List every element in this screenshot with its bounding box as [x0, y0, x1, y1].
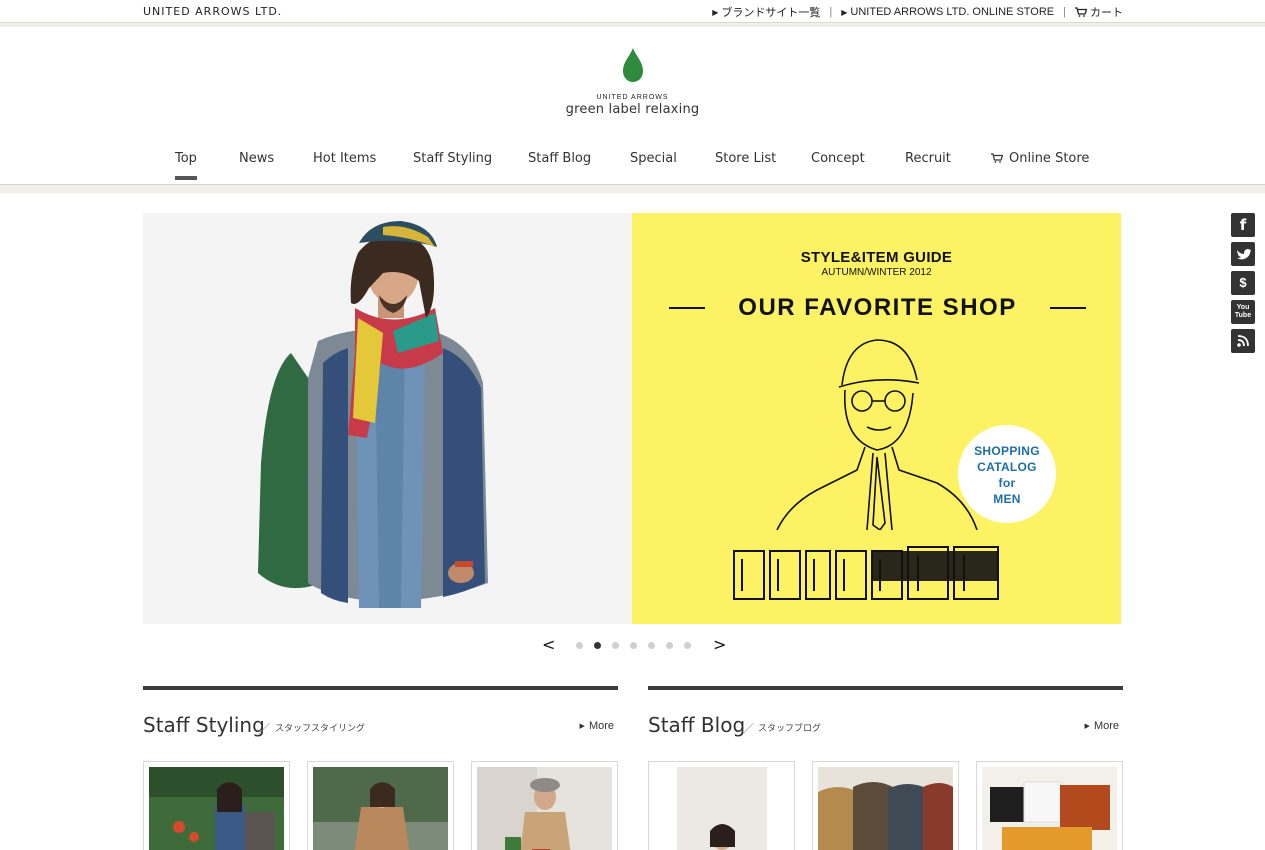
nav-online-store-label: Online Store [1009, 151, 1090, 166]
utility-links: ▶ ブランドサイト一覧 | ▶ UNITED ARROWS LTD. ONLIN… [712, 4, 1123, 20]
utility-bar: UNITED ARROWS LTD. ▶ ブランドサイト一覧 | ▶ UNITE… [0, 0, 1265, 23]
headline-rule [669, 307, 705, 309]
blog-photo-3 [982, 767, 1117, 850]
blog-photo-1 [654, 767, 789, 850]
nav-item-special[interactable]: Special [630, 151, 677, 166]
staff-blog-subtitle: スタッフブログ [758, 723, 822, 733]
staff-styling-section: Staff Styling ／ スタッフスタイリング ▶ More [143, 686, 618, 850]
model-illustration [258, 221, 488, 608]
cart-link[interactable]: カート [1075, 4, 1123, 20]
color-me-up-lettering [733, 546, 999, 600]
blog-thumb-1[interactable] [648, 761, 795, 850]
blog-thumb-2[interactable] [812, 761, 959, 850]
triangle-right-icon: ▶ [712, 7, 719, 17]
hero-model-photo [143, 213, 632, 624]
rss-feed-icon [1237, 335, 1249, 347]
twitter-bird-icon [1237, 249, 1251, 260]
cart-icon [1075, 7, 1087, 17]
more-label: More [1093, 720, 1119, 732]
staff-styling-more-link[interactable]: ▶ More [580, 720, 614, 732]
rss-icon[interactable] [1231, 329, 1255, 353]
pager-dot[interactable] [576, 642, 583, 649]
title-slash: ／ [258, 722, 271, 736]
staff-blog-section: Staff Blog ／ スタッフブログ ▶ More [648, 686, 1123, 850]
hero-pager: < > [540, 635, 730, 654]
prev-slide-button[interactable]: < [542, 635, 555, 654]
leaf-logo-icon [622, 48, 643, 82]
twitter-icon[interactable] [1231, 242, 1255, 266]
header-band [0, 23, 1265, 27]
pager-dot-active[interactable] [594, 642, 601, 649]
divider: | [829, 6, 833, 18]
logo-united-arrows: UNITED ARROWS [596, 94, 669, 101]
youtube-you-label: You [1236, 304, 1250, 311]
more-label: More [588, 720, 614, 732]
site-logo[interactable]: UNITED ARROWS green label relaxing [560, 48, 705, 128]
staff-styling-title: Staff Styling [143, 713, 265, 737]
headline-rule [1049, 307, 1086, 309]
styling-photo-2 [313, 767, 448, 850]
facebook-icon[interactable]: f [1231, 213, 1255, 237]
pager-dot[interactable] [684, 642, 691, 649]
global-nav: Top News Hot Items Staff Styling Staff B… [0, 140, 1265, 185]
hero-catalog-panel: STYLE&ITEM GUIDE AUTUMN/WINTER 2012 OUR … [632, 213, 1121, 624]
pager-dot[interactable] [630, 642, 637, 649]
hero-headline: OUR FAVORITE SHOP [738, 294, 1017, 321]
section-top-rule [648, 686, 1123, 690]
badge-line-4: MEN [993, 492, 1021, 506]
title-slash: ／ [742, 722, 755, 736]
badge-line-2: CATALOG [977, 460, 1037, 474]
nav-item-concept[interactable]: Concept [811, 151, 865, 166]
badge-line-1: SHOPPING [974, 444, 1040, 458]
badge-line-3: for [998, 476, 1016, 490]
logo-brand-name: green label relaxing [565, 102, 700, 117]
hero-season: AUTUMN/WINTER 2012 [821, 267, 932, 278]
nav-band [0, 185, 1265, 193]
blog-photo-2 [818, 767, 953, 850]
styling-thumb-2[interactable] [307, 761, 454, 850]
staff-blog-title: Staff Blog [648, 713, 746, 737]
styling-photo-3 [477, 767, 612, 850]
styling-photo-1 [149, 767, 284, 850]
nav-item-news[interactable]: News [239, 151, 274, 166]
brand-sites-link[interactable]: ▶ ブランドサイト一覧 [712, 4, 820, 20]
pager-dot[interactable] [666, 642, 673, 649]
nav-item-hot-items[interactable]: Hot Items [313, 151, 376, 166]
youtube-tube-label: Tube [1234, 312, 1252, 319]
hero-guide-title: STYLE&ITEM GUIDE [800, 249, 953, 266]
triangle-right-icon: ▶ [579, 723, 585, 730]
hero-slider[interactable]: STYLE&ITEM GUIDE AUTUMN/WINTER 2012 OUR … [143, 213, 1121, 624]
nav-item-staff-styling[interactable]: Staff Styling [413, 151, 492, 166]
hero-headline-row: OUR FAVORITE SHOP [669, 294, 1086, 321]
blog-thumb-3[interactable] [976, 761, 1123, 850]
styling-thumb-1[interactable] [143, 761, 290, 850]
section-top-rule [143, 686, 618, 690]
pager-dot[interactable] [648, 642, 655, 649]
nav-item-staff-blog[interactable]: Staff Blog [528, 151, 591, 166]
nav-item-top[interactable]: Top [175, 151, 197, 180]
nav-item-recruit[interactable]: Recruit [905, 151, 951, 166]
online-store-label: UNITED ARROWS LTD. ONLINE STORE [850, 6, 1055, 18]
divider: | [1063, 6, 1066, 18]
corporate-name[interactable]: UNITED ARROWS LTD. [143, 5, 282, 18]
cart-label: カート [1090, 7, 1123, 19]
staff-blog-more-link[interactable]: ▶ More [1085, 720, 1119, 732]
brand-sites-label: ブランドサイト一覧 [721, 7, 821, 19]
nav-item-store-list[interactable]: Store List [715, 151, 776, 166]
online-store-link[interactable]: ▶ UNITED ARROWS LTD. ONLINE STORE [841, 6, 1054, 18]
triangle-right-icon: ▶ [841, 7, 848, 17]
staff-styling-subtitle: スタッフスタイリング [275, 723, 366, 733]
nav-item-online-store[interactable]: Online Store [991, 151, 1089, 166]
stylehint-icon[interactable]: $ [1231, 271, 1255, 295]
styling-thumb-3[interactable] [471, 761, 618, 850]
next-slide-button[interactable]: > [713, 635, 726, 654]
triangle-right-icon: ▶ [1084, 723, 1090, 730]
pager-dot[interactable] [612, 642, 619, 649]
youtube-icon[interactable]: You Tube [1231, 300, 1255, 324]
shopping-catalog-badge[interactable]: SHOPPING CATALOG for MEN [958, 425, 1056, 523]
cart-icon [991, 153, 1004, 163]
